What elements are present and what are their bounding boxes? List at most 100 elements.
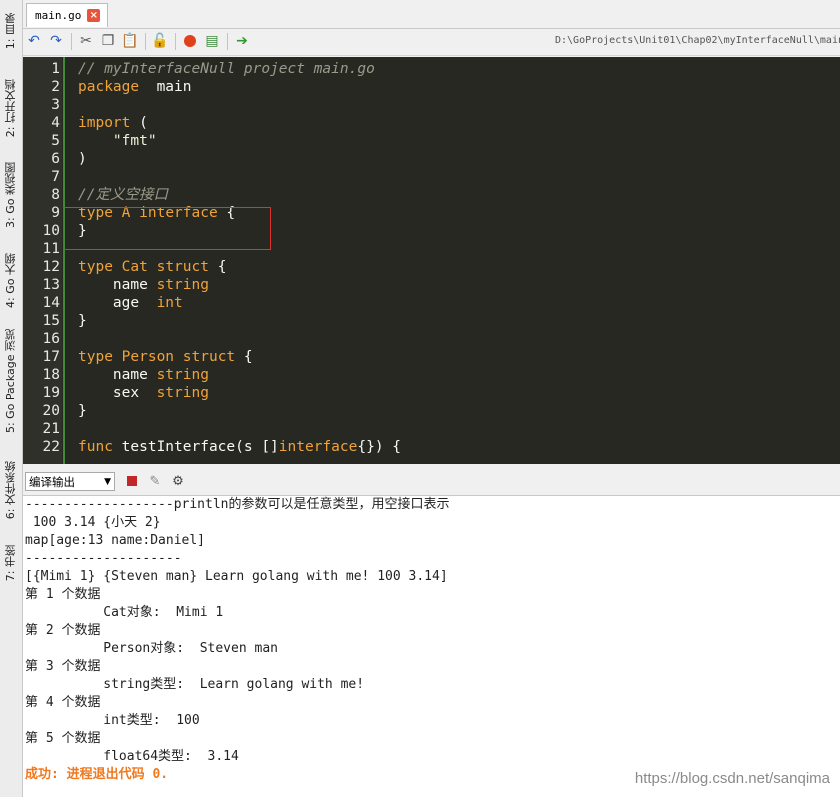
code-token: string — [156, 385, 209, 401]
line-number: 17 — [42, 349, 60, 365]
output-line: Cat对象: Mimi 1 — [25, 605, 224, 620]
sidebar-tab-label: 6: 文件系统 — [4, 460, 17, 520]
code-line: 20} — [23, 402, 840, 420]
line-number: 20 — [42, 403, 60, 419]
close-icon[interactable]: × — [87, 9, 101, 22]
sidebar-tab-class-view[interactable]: 3: Go 类视图 — [0, 155, 22, 235]
code-token: age — [78, 295, 157, 311]
code-line: 22 func testInterface(s []interface{}) { — [23, 438, 840, 456]
clear-icon[interactable]: ✎ — [147, 473, 163, 489]
code-line: 18 name string — [23, 366, 840, 384]
code-token: name — [78, 277, 157, 293]
code-line: 16 — [23, 330, 840, 348]
sidebar-tab-label: 1: 目录 — [4, 12, 17, 50]
run-icon[interactable]: ➔ — [233, 32, 251, 50]
code-token: {}) { — [357, 439, 402, 455]
code-token: main — [139, 79, 192, 95]
undo-icon[interactable]: ↶ — [25, 32, 43, 50]
code-line: 13 name string — [23, 276, 840, 294]
code-line: 21 — [23, 420, 840, 438]
code-text: import ( — [78, 114, 148, 132]
output-line: 第 3 个数据 — [25, 659, 101, 674]
line-number: 18 — [42, 367, 60, 383]
paste-icon[interactable]: 📋 — [121, 32, 139, 50]
line-number: 13 — [42, 277, 60, 293]
code-editor[interactable]: 1 // myInterfaceNull project main.go 2 pack… — [23, 57, 840, 464]
code-text: "fmt" — [78, 132, 157, 150]
line-number: 11 — [42, 241, 60, 257]
output-selector-value: 编译输出 — [29, 475, 75, 489]
file-path: D:\GoProjects\Unit01\Chap02\myInterfaceN… — [555, 35, 840, 46]
sidebar-tab-directory[interactable]: 1: 目录 — [0, 2, 22, 60]
code-token: import — [78, 115, 131, 131]
output-line: -------------------- — [25, 551, 182, 566]
output-line: string类型: Learn golang with me! — [25, 677, 365, 692]
code-token: type — [78, 259, 113, 275]
code-line: 6) — [23, 150, 840, 168]
code-token: package — [78, 79, 140, 95]
cut-icon[interactable]: ✂ — [77, 32, 95, 50]
sidebar-tab-bookmarks[interactable]: 7: 书签 — [0, 538, 22, 588]
line-number: 14 — [42, 295, 60, 311]
tab-main-go[interactable]: main.go × — [26, 3, 108, 27]
code-token: Person — [121, 349, 175, 365]
gear-icon[interactable]: ⚙ — [170, 473, 186, 489]
sidebar-tab-label: 2: 打开文档 — [4, 78, 17, 138]
code-line: 19 sex string — [23, 384, 840, 402]
line-number: 21 — [42, 421, 60, 437]
sidebar-tab-filesystem[interactable]: 6: 文件系统 — [0, 450, 22, 530]
code-token: ( — [130, 115, 148, 131]
code-text: type Cat struct { — [78, 258, 226, 276]
code-token: // myInterfaceNull project main.go — [78, 61, 375, 77]
code-line: 8 //定义空接口 — [23, 186, 840, 204]
line-number: 9 — [51, 205, 60, 221]
output-panel[interactable]: -------------------println的参数可以是任意类型，用空接… — [23, 495, 840, 797]
lock-icon[interactable]: 🔓 — [151, 32, 169, 50]
code-token: interface — [278, 439, 358, 455]
code-token: { — [235, 349, 253, 365]
code-text: name string — [78, 276, 209, 294]
code-token: //定义空接口 — [78, 187, 168, 203]
sidebar-tab-label: 7: 书签 — [4, 544, 17, 582]
code-text: } — [78, 402, 87, 420]
output-line: 第 2 个数据 — [25, 623, 101, 638]
left-sidebar: 1: 目录 2: 打开文档 3: Go 类视图 4: Go 大纲 5: Go P… — [0, 0, 23, 797]
output-toolbar: 编译输出 ▼ ✎ ⚙ — [23, 470, 840, 494]
code-line: 1 // myInterfaceNull project main.go — [23, 60, 840, 78]
output-line: -------------------println的参数可以是任意类型，用空接… — [25, 497, 450, 512]
build-icon[interactable]: ▤ — [203, 32, 221, 50]
redo-icon[interactable]: ↷ — [47, 32, 65, 50]
code-text: age int — [78, 294, 183, 312]
line-number: 12 — [42, 259, 60, 275]
annotation-box — [63, 207, 271, 250]
line-number: 16 — [42, 331, 60, 347]
output-line: [{Mimi 1} {Steven man} Learn golang with… — [25, 569, 448, 584]
record-icon[interactable] — [181, 32, 199, 50]
sidebar-tab-open-docs[interactable]: 2: 打开文档 — [0, 66, 22, 150]
stop-icon[interactable] — [124, 473, 140, 489]
sidebar-tab-package-browser[interactable]: 5: Go Package 浏览 — [0, 322, 22, 440]
code-token: int — [156, 295, 183, 311]
line-number: 4 — [51, 115, 60, 131]
code-text: type Person struct { — [78, 348, 253, 366]
line-number: 2 — [51, 79, 60, 95]
code-text: name string — [78, 366, 209, 384]
code-token: struct — [156, 259, 209, 275]
copy-icon[interactable]: ❐ — [99, 32, 117, 50]
code-token: string — [156, 277, 209, 293]
chevron-down-icon: ▼ — [104, 477, 111, 487]
editor-tab-bar: main.go × — [23, 0, 840, 29]
code-token: } — [78, 403, 87, 419]
sidebar-tab-label: 4: Go 大纲 — [4, 252, 17, 308]
line-number: 15 — [42, 313, 60, 329]
code-token: } — [78, 313, 87, 329]
output-selector[interactable]: 编译输出 ▼ — [25, 472, 115, 491]
sidebar-tab-label: 3: Go 类视图 — [4, 162, 17, 228]
sidebar-tab-outline[interactable]: 4: Go 大纲 — [0, 245, 22, 315]
line-number: 3 — [51, 97, 60, 113]
output-line: 100 3.14 {小天 2} — [25, 515, 161, 530]
